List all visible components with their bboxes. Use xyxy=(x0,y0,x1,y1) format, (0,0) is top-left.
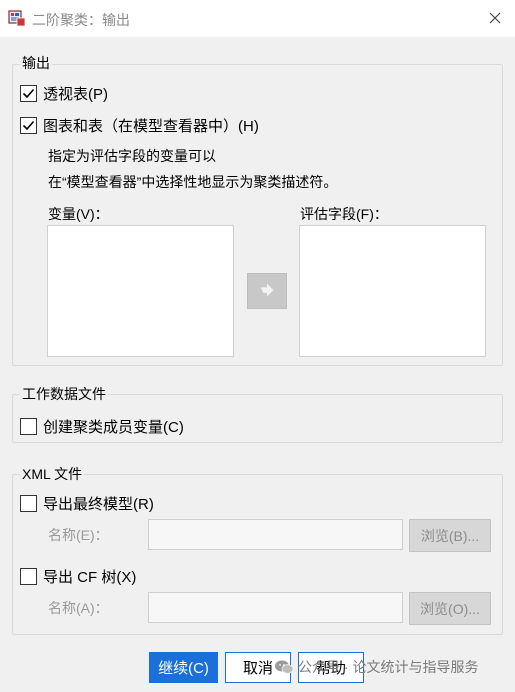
create-membership-label: 创建聚类成员变量(C) xyxy=(43,418,184,436)
charts-tables-label: 图表和表（在模型查看器中）(H) xyxy=(43,117,259,135)
cf-tree-name-input[interactable] xyxy=(148,592,403,623)
title-bar: 二阶聚类：输出 xyxy=(0,0,515,37)
export-final-model-checkbox[interactable]: 导出最终模型(R) xyxy=(20,492,154,514)
hint-line-2: 在“模型查看器”中选择性地显示为聚类描述符。 xyxy=(48,174,338,190)
checkbox-box xyxy=(20,116,37,134)
output-group-title: 输出 xyxy=(20,53,52,73)
final-model-name-input[interactable] xyxy=(148,519,403,550)
create-membership-checkbox[interactable]: 创建聚类成员变量(C) xyxy=(20,415,184,437)
working-data-group-title: 工作数据文件 xyxy=(20,384,108,404)
checkbox-box xyxy=(20,417,37,435)
arrow-right-icon xyxy=(260,283,274,297)
checkbox-box xyxy=(20,494,37,512)
browse-final-model-button[interactable]: 浏览(B)... xyxy=(409,519,491,552)
window-title: 二阶聚类：输出 xyxy=(32,12,130,28)
export-final-model-label: 导出最终模型(R) xyxy=(43,495,154,513)
close-icon xyxy=(489,12,501,24)
close-button[interactable] xyxy=(483,6,507,30)
export-cf-tree-label: 导出 CF 树(X) xyxy=(43,568,137,586)
wechat-icon xyxy=(275,660,294,674)
pivot-table-label: 透视表(P) xyxy=(43,85,108,103)
checkbox-box xyxy=(20,84,37,102)
export-cf-tree-checkbox[interactable]: 导出 CF 树(X) xyxy=(20,565,136,587)
watermark-text: 公众号 · 论文统计与指导服务 xyxy=(298,659,479,675)
continue-button[interactable]: 继续(C) xyxy=(149,652,218,683)
checkmark-icon xyxy=(22,88,35,98)
spss-app-icon xyxy=(8,10,26,27)
variables-label: 变量(V)： xyxy=(48,206,109,222)
move-to-eval-button[interactable] xyxy=(247,273,287,309)
hint-line-1: 指定为评估字段的变量可以 xyxy=(48,148,216,164)
checkmark-icon xyxy=(22,120,35,130)
xml-group-title: XML 文件 xyxy=(20,464,85,484)
eval-fields-label: 评估字段(F)： xyxy=(300,206,388,222)
name1-label: 名称(E)： xyxy=(48,527,109,543)
eval-fields-list[interactable] xyxy=(299,225,486,357)
variables-list[interactable] xyxy=(47,225,234,357)
pivot-table-checkbox[interactable]: 透视表(P) xyxy=(20,82,108,104)
charts-tables-checkbox[interactable]: 图表和表（在模型查看器中）(H) xyxy=(20,114,259,136)
checkbox-box xyxy=(20,567,37,585)
wechat-watermark: 公众号 · 论文统计与指导服务 xyxy=(274,657,478,677)
name2-label: 名称(A)： xyxy=(48,600,109,616)
browse-cf-tree-button[interactable]: 浏览(O)... xyxy=(409,592,491,625)
